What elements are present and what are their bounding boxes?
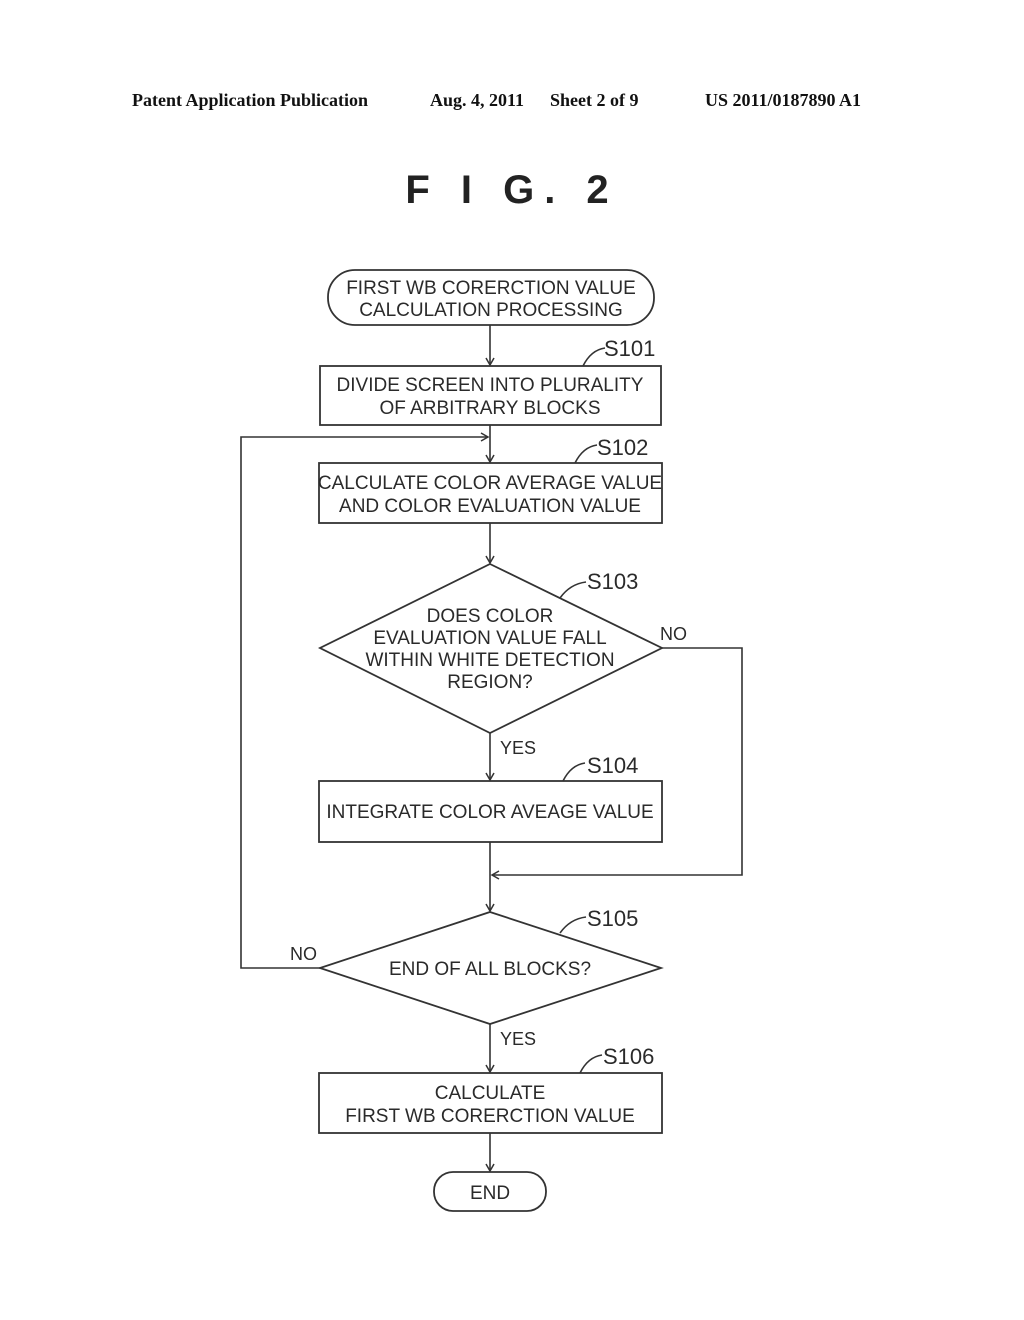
s106-text-line1: CALCULATE (435, 1083, 546, 1104)
s102-leader (574, 444, 598, 464)
s103-label: S103 (587, 569, 638, 594)
start-text-line1: FIRST WB CORERCTION VALUE (346, 278, 636, 299)
s105-yes-label: YES (500, 1029, 536, 1049)
s104-text-line1: INTEGRATE COLOR AVEAGE VALUE (326, 802, 653, 823)
s106-label: S106 (603, 1044, 654, 1069)
s101-label: S101 (604, 336, 655, 361)
s105-no-label: NO (290, 944, 317, 964)
s102-label: S102 (597, 435, 648, 460)
s102-text-line1: CALCULATE COLOR AVERAGE VALUE (318, 473, 662, 494)
s105-leader (559, 916, 587, 934)
s103-leader (559, 581, 587, 599)
decision-s105: END OF ALL BLOCKS? S105 NO YES (290, 906, 664, 1049)
start-terminal: FIRST WB CORERCTION VALUE CALCULATION PR… (327, 269, 655, 326)
s104-leader (562, 762, 586, 782)
s103-text-line4: REGION? (447, 672, 533, 693)
s103-no-label: NO (660, 624, 687, 644)
s105-text-line1: END OF ALL BLOCKS? (389, 959, 591, 980)
s101-leader (582, 347, 606, 367)
s103-yes-label: YES (500, 738, 536, 758)
s106-leader (579, 1054, 603, 1074)
s102-text-line2: AND COLOR EVALUATION VALUE (339, 496, 641, 517)
flowchart: FIRST WB CORERCTION VALUE CALCULATION PR… (240, 269, 743, 1212)
s106-text-line2: FIRST WB CORERCTION VALUE (345, 1106, 635, 1127)
start-text-line2: CALCULATION PROCESSING (359, 300, 623, 321)
s103-text-line3: WITHIN WHITE DETECTION (365, 650, 614, 671)
end-terminal: END (433, 1171, 547, 1212)
s101-text-line1: DIVIDE SCREEN INTO PLURALITY (337, 375, 644, 396)
end-text: END (470, 1183, 510, 1204)
decision-s103: DOES COLOR EVALUATION VALUE FALL WITHIN … (317, 562, 687, 758)
s103-text-line2: EVALUATION VALUE FALL (373, 628, 606, 649)
s101-text-line2: OF ARBITRARY BLOCKS (379, 398, 600, 419)
s103-text-line1: DOES COLOR (427, 606, 554, 627)
s104-label: S104 (587, 753, 638, 778)
s105-label: S105 (587, 906, 638, 931)
